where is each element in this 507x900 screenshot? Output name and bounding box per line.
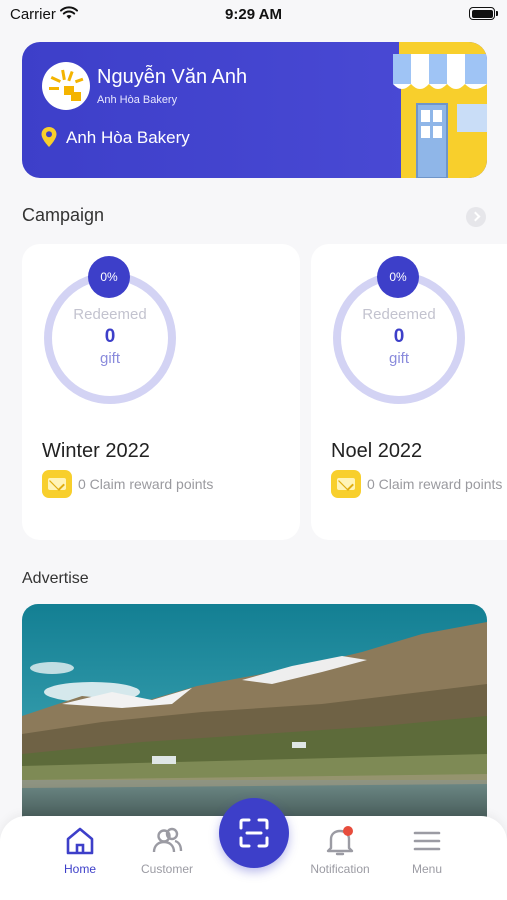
campaign-card[interactable]: 0% Redeemed 0 gift Winter 2022 0 Claim r… xyxy=(22,244,300,540)
redeemed-label: Redeemed xyxy=(362,306,436,323)
reward-envelope-icon xyxy=(331,470,361,498)
redeemed-percent-badge: 0% xyxy=(377,256,419,298)
redeemed-unit: gift xyxy=(99,350,120,367)
campaign-section-title: Campaign xyxy=(22,205,105,225)
clock: 9:29 AM xyxy=(225,6,282,23)
nav-notification[interactable]: Notification xyxy=(295,824,385,876)
reward-points-text: 0 Claim reward points xyxy=(367,476,503,492)
notification-badge xyxy=(343,826,353,836)
redeemed-unit: gift xyxy=(388,350,409,367)
store-card[interactable]: Nguyễn Văn Anh Anh Hòa Bakery Anh Hòa Ba… xyxy=(22,42,487,178)
reward-points-text: 0 Claim reward points xyxy=(78,476,214,492)
customer-icon xyxy=(152,827,183,853)
store-logo xyxy=(42,62,90,110)
nav-customer-label: Customer xyxy=(140,862,193,876)
campaign-more-icon[interactable] xyxy=(466,207,486,227)
scan-icon xyxy=(239,818,269,848)
shop-illustration xyxy=(393,42,487,178)
scan-button[interactable] xyxy=(219,798,289,868)
menu-icon xyxy=(413,831,441,851)
nav-notification-label: Notification xyxy=(310,862,370,876)
owner-name: Nguyễn Văn Anh xyxy=(97,66,248,88)
status-bar: Carrier 9:29 AM xyxy=(0,0,507,30)
nav-menu[interactable]: Menu xyxy=(382,824,472,876)
nav-home[interactable]: Home xyxy=(35,824,125,876)
campaign-name: Winter 2022 xyxy=(42,440,150,462)
nav-customer[interactable]: Customer xyxy=(122,824,212,876)
redeemed-label: Redeemed xyxy=(73,306,147,323)
campaign-name: Noel 2022 xyxy=(331,440,423,462)
home-icon xyxy=(66,827,94,855)
redeemed-percent-badge: 0% xyxy=(88,256,130,298)
battery-icon xyxy=(469,7,498,20)
bell-icon xyxy=(326,826,354,856)
store-location: Anh Hòa Bakery xyxy=(66,128,190,147)
owner-store-name: Anh Hòa Bakery xyxy=(97,94,178,106)
advertise-section-title: Advertise xyxy=(22,570,89,587)
campaign-card[interactable]: 0% Redeemed 0 gift Noel 2022 0 Claim rew… xyxy=(311,244,507,540)
nav-menu-label: Menu xyxy=(411,862,443,876)
redeemed-count: 0 xyxy=(104,326,116,347)
redeemed-count: 0 xyxy=(393,326,405,347)
location-pin-icon xyxy=(41,127,57,147)
nav-home-label: Home xyxy=(63,862,96,876)
reward-envelope-icon xyxy=(42,470,72,498)
